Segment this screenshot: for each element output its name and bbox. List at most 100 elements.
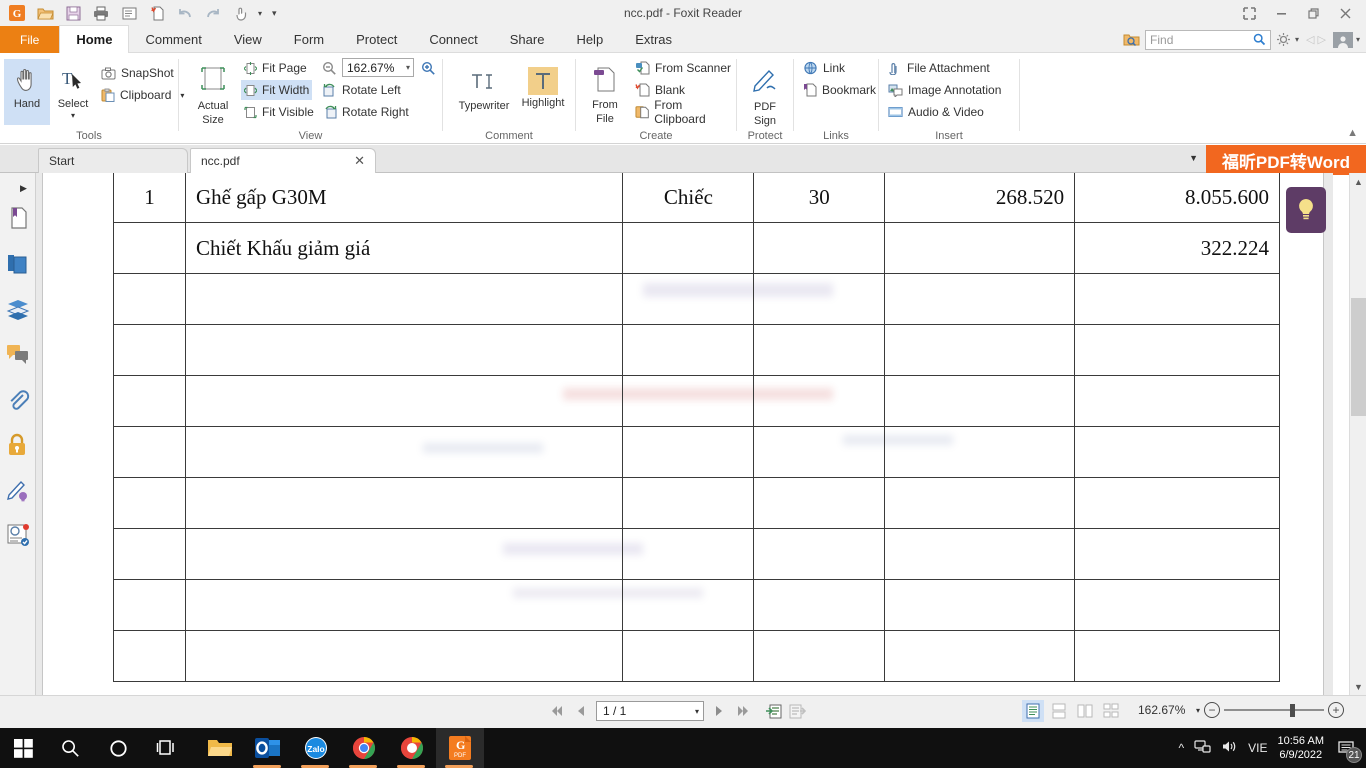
scroll-up-arrow-icon[interactable]: ▲ bbox=[1350, 173, 1366, 190]
clipboard-button[interactable]: Clipboard ▾ bbox=[98, 85, 187, 105]
search-area[interactable]: Find ▾ ◁ ▷ ▾ bbox=[1120, 26, 1366, 53]
status-zoom-in-button[interactable]: + bbox=[1328, 702, 1344, 718]
notification-center-button[interactable]: 21 bbox=[1334, 735, 1360, 761]
tab-file[interactable]: File bbox=[0, 26, 59, 53]
nav-back-icon[interactable]: ◁ bbox=[1306, 33, 1314, 46]
from-clipboard-button[interactable]: From Clipboard bbox=[632, 102, 736, 122]
vertical-scrollbar[interactable]: ▲ ▼ bbox=[1349, 173, 1366, 695]
task-view-button[interactable] bbox=[142, 728, 190, 768]
restore-layout-icon[interactable] bbox=[1234, 2, 1264, 24]
chrome-app[interactable] bbox=[340, 728, 388, 768]
zoom-level-dropdown-icon[interactable]: ▾ bbox=[406, 63, 410, 72]
doc-tab-start[interactable]: Start bbox=[38, 148, 188, 173]
zoom-slider-knob[interactable] bbox=[1290, 704, 1295, 717]
tab-overflow-caret-icon[interactable]: ▼ bbox=[1189, 153, 1198, 163]
from-scanner-button[interactable]: From Scanner bbox=[632, 58, 734, 78]
outlook-app[interactable] bbox=[244, 728, 292, 768]
bookmarks-icon[interactable] bbox=[6, 206, 30, 230]
fit-width-button[interactable]: Fit Width bbox=[241, 80, 312, 100]
from-file-button[interactable]: From File bbox=[582, 59, 628, 131]
tab-comment[interactable]: Comment bbox=[129, 26, 217, 53]
continuous-scroll-icon[interactable] bbox=[1048, 700, 1070, 722]
security-icon[interactable] bbox=[6, 433, 30, 457]
maximize-button[interactable] bbox=[1298, 2, 1328, 24]
first-page-button[interactable] bbox=[548, 700, 566, 722]
stamps-icon[interactable] bbox=[6, 523, 30, 547]
window-controls[interactable] bbox=[1234, 2, 1360, 24]
page-thumbnails-icon[interactable] bbox=[6, 252, 30, 276]
start-button[interactable] bbox=[0, 728, 46, 768]
clock[interactable]: 10:56 AM 6/9/2022 bbox=[1278, 734, 1324, 762]
view-mode-buttons[interactable] bbox=[1022, 700, 1122, 722]
close-button[interactable] bbox=[1330, 2, 1360, 24]
search-button[interactable] bbox=[46, 728, 94, 768]
link-button[interactable]: Link bbox=[800, 58, 848, 78]
single-page-view-icon[interactable] bbox=[1022, 700, 1044, 722]
zoom-level-input[interactable]: 162.67% ▾ bbox=[342, 58, 414, 77]
promo-banner[interactable]: 福昕PDF转Word bbox=[1206, 145, 1366, 175]
facing-pages-icon[interactable] bbox=[1074, 700, 1096, 722]
account-avatar[interactable] bbox=[1333, 32, 1353, 48]
scrollbar-thumb[interactable] bbox=[1351, 298, 1366, 416]
pdf-sign-button[interactable]: PDF Sign bbox=[742, 59, 788, 131]
fit-page-button[interactable]: Fit Page bbox=[241, 58, 310, 78]
comments-icon[interactable] bbox=[6, 343, 30, 367]
nav-forward-icon[interactable]: ▷ bbox=[1318, 33, 1326, 46]
file-explorer-app[interactable] bbox=[196, 728, 244, 768]
rotate-left-button[interactable]: Rotate Left bbox=[320, 80, 404, 100]
pdf-viewport[interactable]: 1 2 3 4 5 6 = 4 x 5 1 Ghế gấp G30M Chiếc… bbox=[43, 173, 1333, 695]
blank-button[interactable]: Blank bbox=[632, 80, 688, 100]
cortana-button[interactable] bbox=[94, 728, 142, 768]
network-icon[interactable] bbox=[1194, 739, 1211, 757]
minimize-button[interactable] bbox=[1266, 2, 1296, 24]
tips-lightbulb-icon[interactable] bbox=[1286, 187, 1326, 233]
typewriter-button[interactable]: Typewriter bbox=[453, 59, 515, 129]
scroll-down-arrow-icon[interactable]: ▼ bbox=[1350, 678, 1366, 695]
select-dropdown-icon[interactable]: ▾ bbox=[50, 111, 96, 120]
tab-form[interactable]: Form bbox=[278, 26, 340, 53]
page-dropdown-icon[interactable]: ▾ bbox=[695, 707, 699, 716]
foxit-reader-app[interactable]: GPDF bbox=[436, 728, 484, 768]
volume-icon[interactable] bbox=[1221, 739, 1238, 757]
doc-tab-close-icon[interactable]: ✕ bbox=[354, 153, 365, 169]
rotate-right-button[interactable]: Rotate Right bbox=[320, 102, 412, 122]
bookmark-button[interactable]: Bookmark bbox=[800, 80, 879, 100]
tab-extras[interactable]: Extras bbox=[619, 26, 688, 53]
status-zoom-out-button[interactable]: − bbox=[1204, 702, 1220, 718]
next-page-button[interactable] bbox=[710, 700, 728, 722]
settings-gear-icon[interactable] bbox=[1274, 31, 1292, 49]
tab-view[interactable]: View bbox=[218, 26, 278, 53]
go-to-page-button[interactable] bbox=[764, 700, 782, 722]
zoom-preset-caret-icon[interactable]: ▾ bbox=[1196, 706, 1200, 715]
zoom-in-icon[interactable] bbox=[419, 59, 437, 77]
image-annotation-button[interactable]: Image Annotation bbox=[885, 80, 1004, 100]
show-hidden-icons-arrow[interactable]: ^ bbox=[1179, 741, 1185, 755]
hand-tool-button[interactable]: Hand bbox=[4, 59, 50, 125]
tab-share[interactable]: Share bbox=[494, 26, 561, 53]
page-number-input[interactable]: 1 / 1 ▾ bbox=[596, 701, 704, 721]
previous-page-button[interactable] bbox=[572, 700, 590, 722]
zalo-app[interactable]: Zalo bbox=[292, 728, 340, 768]
layers-icon[interactable] bbox=[6, 298, 30, 322]
file-attachment-button[interactable]: File Attachment bbox=[885, 58, 993, 78]
zoom-controls[interactable]: ▾ − + bbox=[1196, 701, 1344, 719]
tab-home[interactable]: Home bbox=[59, 25, 129, 53]
select-tool-button[interactable]: T Select ▾ bbox=[50, 59, 96, 133]
settings-caret-icon[interactable]: ▾ bbox=[1295, 35, 1299, 44]
audio-video-button[interactable]: Audio & Video bbox=[885, 102, 987, 122]
account-caret-icon[interactable]: ▾ bbox=[1356, 35, 1360, 44]
system-tray[interactable]: ^ VIE 10:56 AM 6/9/2022 21 bbox=[1179, 728, 1360, 768]
find-input[interactable]: Find bbox=[1145, 30, 1271, 50]
actual-size-button[interactable]: Actual Size bbox=[187, 59, 239, 133]
language-indicator[interactable]: VIE bbox=[1248, 741, 1267, 755]
highlight-button[interactable]: Highlight bbox=[515, 59, 571, 129]
tab-protect[interactable]: Protect bbox=[340, 26, 413, 53]
chrome-beta-app[interactable] bbox=[388, 728, 436, 768]
zoom-slider[interactable] bbox=[1224, 701, 1324, 719]
attachments-icon[interactable] bbox=[6, 388, 30, 412]
fit-visible-button[interactable]: Fit Visible bbox=[241, 102, 317, 122]
previous-view-button[interactable] bbox=[788, 700, 806, 722]
tab-connect[interactable]: Connect bbox=[413, 26, 493, 53]
search-scope-icon[interactable] bbox=[1120, 30, 1142, 50]
zoom-out-icon[interactable] bbox=[320, 59, 338, 77]
